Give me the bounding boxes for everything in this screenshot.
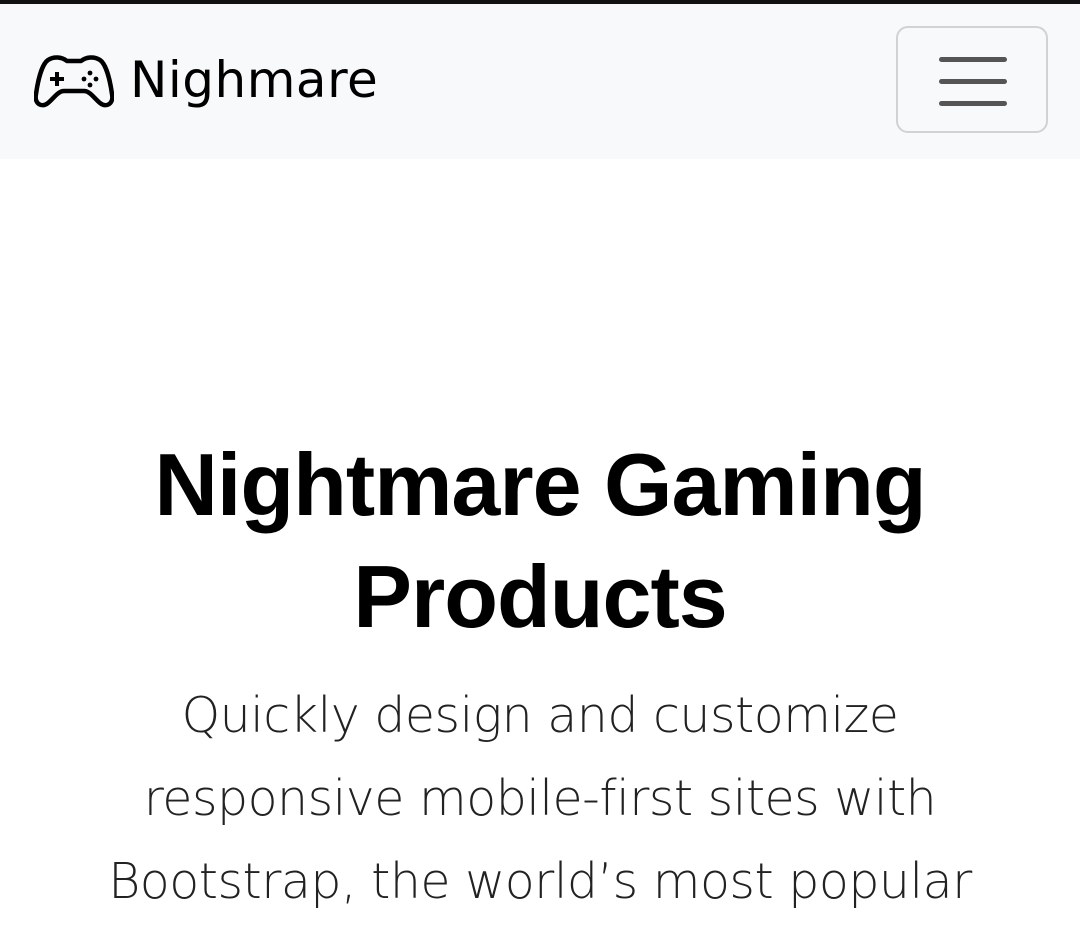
hero-lead-text: Quickly design and customize responsive … xyxy=(108,687,972,910)
brand-name: Nighmare xyxy=(130,51,379,109)
gamepad-icon xyxy=(34,55,114,108)
hero-title: Nightmare Gaming Products xyxy=(154,435,926,646)
hamburger-menu-icon xyxy=(939,57,1007,106)
navbar-brand[interactable]: Nighmare xyxy=(34,50,378,110)
navbar-toggle-button[interactable] xyxy=(896,26,1048,133)
hero-section: Nightmare Gaming Products Quickly design… xyxy=(0,159,1080,936)
navbar: Nighmare xyxy=(0,4,1080,159)
